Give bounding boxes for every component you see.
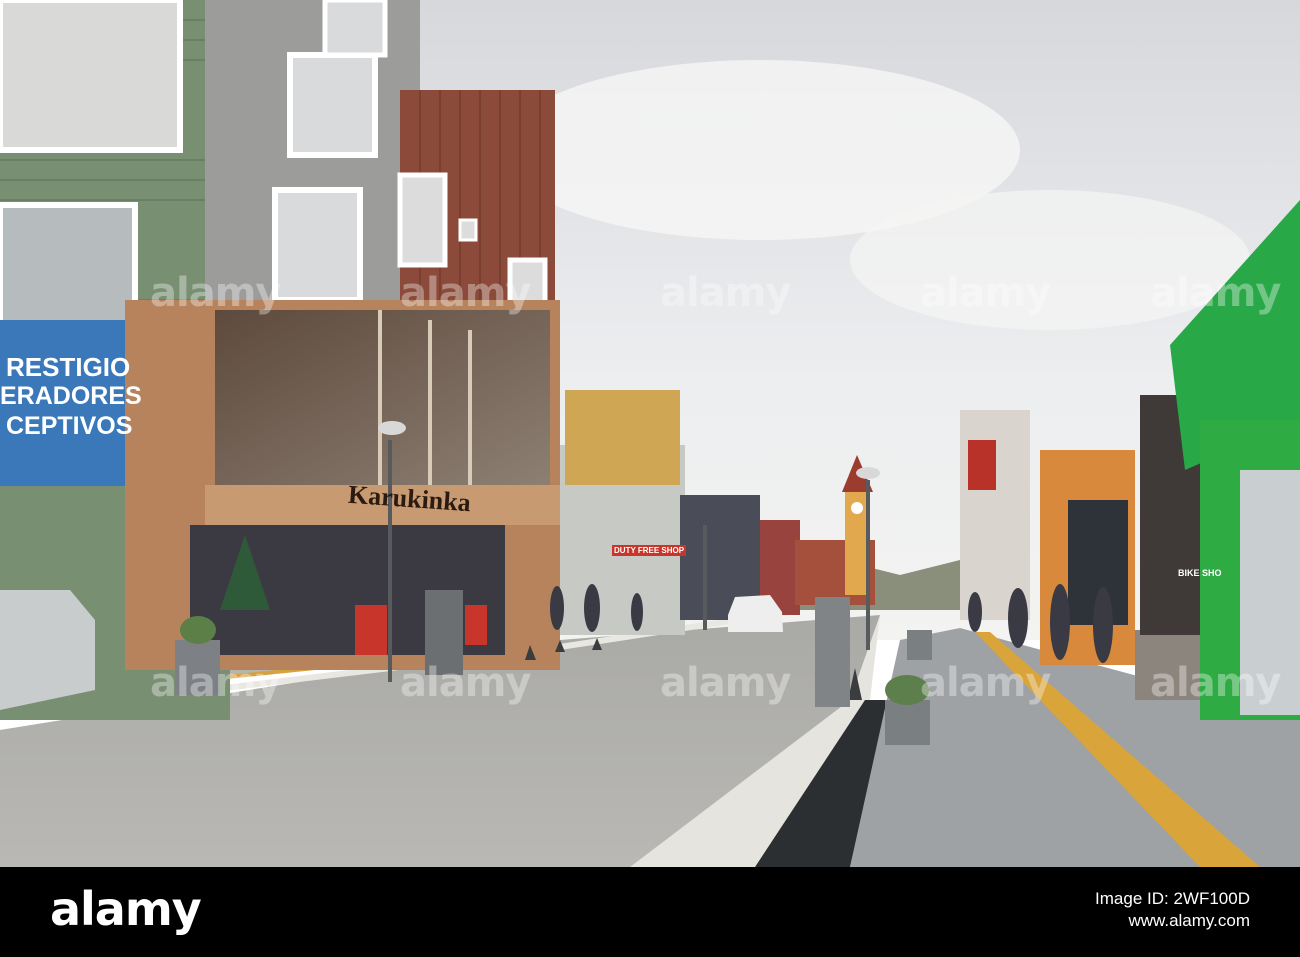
watermark: alamy (920, 660, 1051, 706)
watermark: alamy (400, 270, 531, 316)
utility-pillar (815, 597, 850, 707)
street-scene-illustration (0, 0, 1300, 867)
watermark: alamy (920, 270, 1051, 316)
image-id-label: Image ID: 2WF100D (1095, 889, 1250, 908)
mural-billboard (565, 390, 680, 485)
alamy-logo: alamy (50, 882, 202, 936)
watermark: alamy (1150, 660, 1281, 706)
red-planter (465, 605, 487, 645)
window (287, 52, 378, 158)
pedestrian (1008, 588, 1028, 648)
street-lamp-head (856, 467, 880, 479)
watermark: alamy (660, 270, 791, 316)
image-id-block: Image ID: 2WF100D www.alamy.com (1095, 888, 1250, 932)
pedestrian (584, 584, 600, 632)
street-lamp-head (378, 421, 406, 435)
window (458, 218, 478, 242)
window (0, 0, 183, 153)
watermark: alamy (1150, 270, 1281, 316)
pedestrian (1093, 587, 1113, 663)
billboard-line3: CEPTIVOS (6, 412, 133, 440)
pedestrian (1050, 584, 1070, 660)
window (272, 187, 363, 303)
parked-pickup (0, 590, 95, 710)
pedestrian (631, 593, 643, 631)
window (397, 172, 448, 268)
watermark: alamy (150, 660, 281, 706)
site-url: www.alamy.com (1128, 911, 1250, 930)
street-photo: RESTIGIO ERADORES CEPTIVOS Karukinka DUT… (0, 0, 1300, 867)
pedestrian (550, 586, 564, 630)
right-shop-red-sign (968, 440, 996, 490)
billboard-line2: ERADORES (0, 382, 142, 410)
bike-shop-sign: BIKE SHO (1178, 568, 1222, 578)
watermark: alamy (660, 660, 791, 706)
pedestrian (968, 592, 982, 632)
grey-planter (907, 630, 932, 660)
watermark: alamy (400, 660, 531, 706)
tower-clock (851, 502, 863, 514)
window (322, 0, 388, 58)
store-upper-glass (215, 310, 550, 485)
planter-shrub (180, 616, 216, 644)
grey-planter (885, 700, 930, 745)
watermark: alamy (150, 270, 281, 316)
billboard-line1: RESTIGIO (6, 352, 131, 382)
red-planter (355, 605, 387, 655)
duty-free-sign: DUTY FREE SHOP (612, 545, 687, 556)
